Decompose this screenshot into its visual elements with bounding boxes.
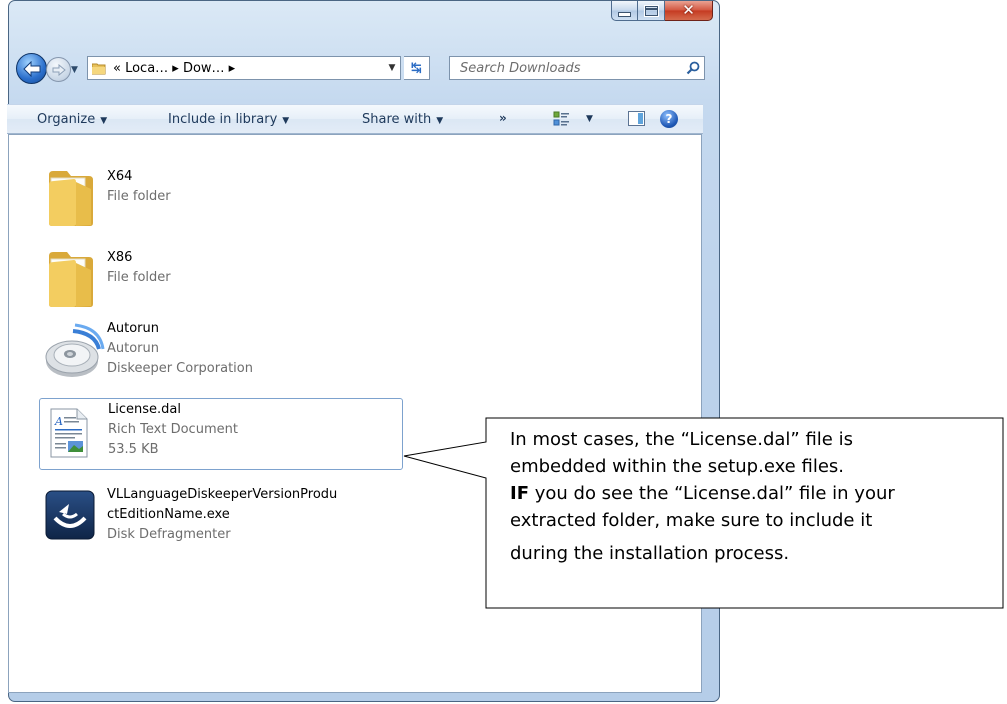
callout-line-1: In most cases, the “License.dal” file is [510,429,853,450]
callout-line-3: IF you do see the “License.dal” file in … [510,480,980,507]
callout-box [403,417,1004,609]
callout-emphasis: IF [510,483,529,504]
callout-line-5: during the installation process. [510,543,790,564]
callout-line-2: embedded within the setup.exe files. [510,456,844,477]
callout-line-3-rest: you do see the “License.dal” file in you… [529,483,895,504]
callout-line-4: extracted folder, make sure to include i… [510,510,873,531]
callout-text: In most cases, the “License.dal” file is… [510,426,980,567]
